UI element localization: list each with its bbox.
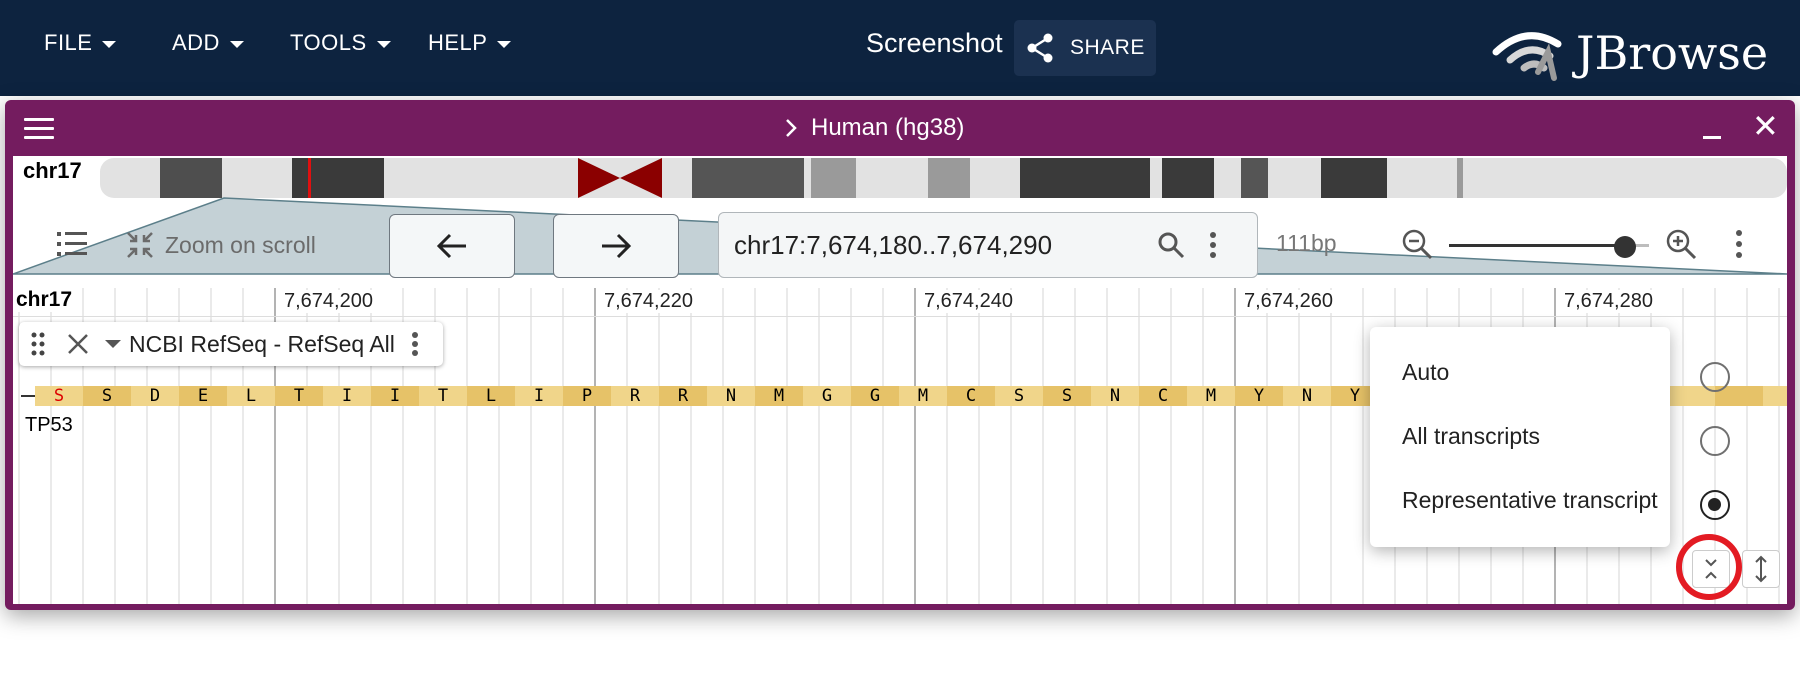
resize-vertical-icon <box>1755 555 1767 583</box>
amino-acid-cell[interactable]: I <box>323 386 371 406</box>
option-representative-transcript-label[interactable]: Representative transcript <box>1402 487 1658 514</box>
amino-acid-cell[interactable]: S <box>1043 386 1091 406</box>
zoom-on-scroll-toggle[interactable]: Zoom on scroll <box>125 230 316 260</box>
app-header: FILE ADD TOOLS HELP Screenshot SHARE JBr… <box>0 0 1800 96</box>
view-options-icon[interactable] <box>1735 228 1743 260</box>
ruler-tick-label: 7,674,220 <box>601 290 696 313</box>
chevron-right-icon <box>786 119 797 137</box>
chevron-down-icon <box>102 41 117 48</box>
chevron-down-icon <box>497 41 512 48</box>
track-selector-icon[interactable] <box>55 228 89 260</box>
pan-right-button[interactable] <box>553 214 679 278</box>
arrow-right-icon <box>602 233 632 259</box>
share-icon <box>1027 33 1053 63</box>
jbrowse-logo-icon <box>1492 32 1562 81</box>
assembly-name: Human (hg38) <box>811 114 965 141</box>
highlight-circle <box>1676 534 1742 600</box>
amino-acid-cell[interactable]: R <box>659 386 707 406</box>
amino-acid-cell[interactable]: T <box>275 386 323 406</box>
close-track-icon[interactable] <box>67 333 89 355</box>
track-name: NCBI RefSeq - RefSeq All <box>129 330 395 357</box>
minimize-icon[interactable] <box>1703 136 1721 139</box>
view-menu-icon[interactable] <box>24 118 54 145</box>
resize-height-button[interactable] <box>1742 550 1780 588</box>
track-label: NCBI RefSeq - RefSeq All <box>19 322 443 366</box>
menu-help-label: HELP <box>428 30 488 55</box>
menu-file[interactable]: FILE <box>44 30 117 56</box>
amino-acid-cell[interactable]: G <box>851 386 899 406</box>
share-label: SHARE <box>1070 36 1145 59</box>
menu-file-label: FILE <box>44 30 93 55</box>
menu-help[interactable]: HELP <box>428 30 512 56</box>
amino-acid-cell[interactable]: L <box>227 386 275 406</box>
amino-acid-cell[interactable]: C <box>1139 386 1187 406</box>
display-mode-menu: Auto All transcripts Representative tran… <box>1370 327 1730 547</box>
ruler-tick-label: 7,674,240 <box>921 290 1016 313</box>
option-all-transcripts-radio[interactable] <box>1700 426 1730 456</box>
compress-icon <box>127 232 153 258</box>
option-auto-label[interactable]: Auto <box>1402 359 1449 386</box>
option-representative-transcript-radio[interactable] <box>1700 490 1730 520</box>
bp-per-view: 111bp <box>1276 230 1337 256</box>
amino-acid-cell[interactable]: S <box>83 386 131 406</box>
amino-acid-cell[interactable]: C <box>947 386 995 406</box>
amino-acid-cell[interactable]: M <box>1187 386 1235 406</box>
amino-acid-cell[interactable]: E <box>179 386 227 406</box>
amino-acid-cell[interactable]: I <box>515 386 563 406</box>
share-button[interactable]: SHARE <box>1014 20 1156 76</box>
zoom-slider[interactable] <box>1449 236 1649 258</box>
amino-acid-cell[interactable]: P <box>563 386 611 406</box>
view-toolbar: Zoom on scroll chr17:7,674,180..7,674,29… <box>13 202 1787 286</box>
ruler: chr17 7,674,200 7,674,220 7,674,240 7,67… <box>13 288 1787 317</box>
zoom-slider-fill <box>1449 244 1625 247</box>
amino-acid-cell[interactable]: N <box>707 386 755 406</box>
location-input[interactable]: chr17:7,674,180..7,674,290 <box>734 230 1052 261</box>
amino-acid-cell[interactable]: S <box>35 386 83 406</box>
amino-acid-cell[interactable]: D <box>131 386 179 406</box>
drag-handle-icon[interactable] <box>31 332 45 356</box>
zoom-in-icon[interactable] <box>1665 228 1697 260</box>
location-search-box[interactable]: chr17:7,674,180..7,674,290 <box>718 212 1258 278</box>
ruler-chromosome-label: chr17 <box>16 288 77 312</box>
option-all-transcripts-label[interactable]: All transcripts <box>1402 423 1540 450</box>
amino-acid-cell[interactable]: S <box>995 386 1043 406</box>
gene-start-line <box>21 395 35 397</box>
amino-acid-cell[interactable]: G <box>803 386 851 406</box>
amino-acid-cell[interactable]: Y <box>1235 386 1283 406</box>
menu-add-label: ADD <box>172 30 220 55</box>
more-vert-icon[interactable] <box>1209 231 1217 259</box>
ruler-tick-label: 7,674,200 <box>281 290 376 313</box>
session-name[interactable]: Screenshot <box>866 28 1003 59</box>
pan-left-button[interactable] <box>389 214 515 278</box>
jbrowse-logo: JBrowse <box>1490 18 1768 88</box>
amino-acid-cell[interactable]: R <box>611 386 659 406</box>
menu-tools[interactable]: TOOLS <box>290 30 391 56</box>
amino-acid-cell[interactable]: I <box>371 386 419 406</box>
track-menu-caret[interactable] <box>105 340 121 348</box>
arrow-left-icon <box>436 233 466 259</box>
track-options-icon[interactable] <box>411 331 419 357</box>
chevron-down-icon <box>376 41 391 48</box>
menu-add[interactable]: ADD <box>172 30 244 56</box>
gene-name-label[interactable]: TP53 <box>25 414 73 437</box>
logo-text: JBrowse <box>1576 26 1769 80</box>
zoom-on-scroll-label: Zoom on scroll <box>165 231 316 258</box>
menu-tools-label: TOOLS <box>290 30 367 55</box>
view-title[interactable]: Human (hg38) <box>785 114 964 142</box>
amino-acid-cell[interactable]: T <box>419 386 467 406</box>
chevron-down-icon <box>229 41 244 48</box>
amino-acid-cell[interactable]: N <box>1091 386 1139 406</box>
option-auto-radio[interactable] <box>1700 362 1730 392</box>
ruler-tick-label: 7,674,280 <box>1561 290 1656 313</box>
zoom-out-icon[interactable] <box>1401 228 1433 260</box>
amino-acid-cell[interactable]: M <box>755 386 803 406</box>
amino-acid-cell[interactable] <box>1763 386 1787 406</box>
amino-acid-cell[interactable]: L <box>467 386 515 406</box>
zoom-slider-thumb[interactable] <box>1614 236 1636 258</box>
search-icon[interactable] <box>1157 231 1185 259</box>
amino-acid-cell[interactable]: M <box>899 386 947 406</box>
ruler-tick-label: 7,674,260 <box>1241 290 1336 313</box>
amino-acid-cell[interactable]: N <box>1283 386 1331 406</box>
close-icon[interactable]: ✕ <box>1752 110 1779 142</box>
